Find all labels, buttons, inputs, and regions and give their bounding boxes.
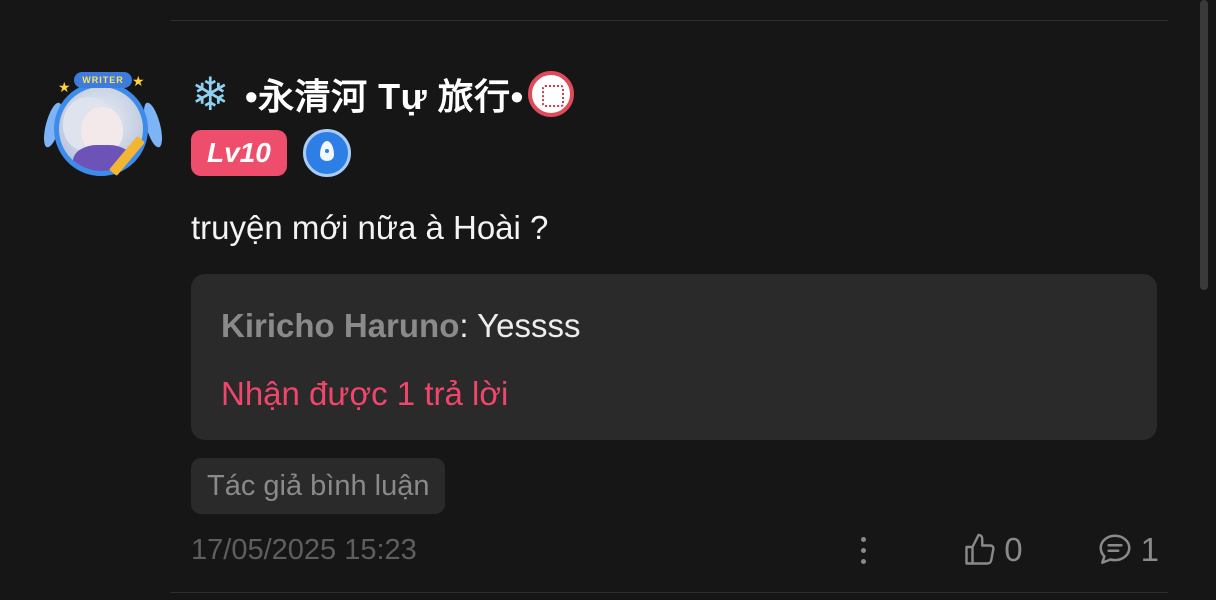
seal-icon <box>527 71 574 117</box>
bottom-divider <box>170 592 1168 593</box>
comment-footer: 17/05/2025 15:23 0 1 <box>191 526 1159 574</box>
username-row[interactable]: ❄ •永清河 Tự 旅行• <box>191 66 1159 122</box>
star-icon: ★ <box>132 73 145 89</box>
reply-text: Yessss <box>477 307 581 344</box>
avatar-image <box>54 82 148 176</box>
like-button[interactable]: 0 <box>962 531 1023 569</box>
comment-bubble-icon <box>1099 534 1131 564</box>
avatar[interactable]: ★ ★ WRITER <box>40 72 166 180</box>
comment-content: ❄ •永清河 Tự 旅行• Lv10 truyện mới nữa à Hoài… <box>191 66 1159 514</box>
comment-page: ★ ★ WRITER ❄ •永清河 Tự 旅行• Lv10 truyện mới… <box>0 0 1216 600</box>
more-options-icon[interactable] <box>848 530 878 570</box>
badge-row: Lv10 <box>191 128 1159 178</box>
thumbs-up-icon <box>965 533 995 565</box>
reply-count-link[interactable]: Nhận được 1 trả lời <box>221 372 1127 416</box>
snowflake-icon: ❄ <box>191 68 230 120</box>
level-badge: Lv10 <box>191 130 287 176</box>
reply-preview[interactable]: Kiricho Haruno: Yessss Nhận được 1 trả l… <box>191 274 1157 440</box>
comment-timestamp: 17/05/2025 15:23 <box>191 533 417 566</box>
username[interactable]: •永清河 Tự 旅行• <box>245 68 524 120</box>
scrollbar[interactable] <box>1200 0 1208 290</box>
writer-frame-label: WRITER <box>74 72 132 88</box>
reply-preview-line: Kiricho Haruno: Yessss <box>221 304 1127 348</box>
like-count: 0 <box>1004 531 1023 568</box>
top-divider <box>170 20 1168 21</box>
author-comment-tag: Tác giả bình luận <box>191 458 446 514</box>
reply-count: 1 <box>1140 531 1159 568</box>
reply-separator: : <box>459 307 478 344</box>
star-icon: ★ <box>58 79 71 95</box>
reply-button[interactable]: 1 <box>1095 531 1159 569</box>
fountain-pen-icon[interactable] <box>302 129 351 177</box>
comment-text: truyện mới nữa à Hoài ? <box>191 209 549 246</box>
reply-author: Kiricho Haruno <box>221 307 460 344</box>
